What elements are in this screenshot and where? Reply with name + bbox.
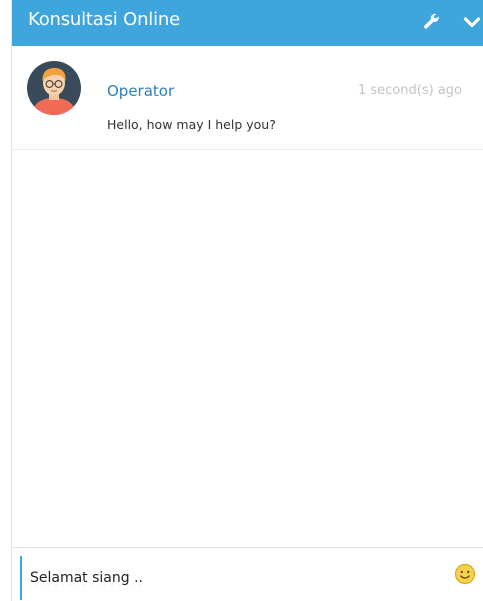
avatar <box>26 60 82 116</box>
sender-name: Operator <box>107 82 175 100</box>
wrench-icon <box>424 13 439 29</box>
emoji-button[interactable] <box>454 563 476 585</box>
page-background <box>0 0 10 601</box>
message-timestamp: 1 second(s) ago <box>358 83 462 98</box>
chat-header[interactable]: Konsultasi Online <box>12 0 483 46</box>
minimize-button[interactable] <box>458 8 483 36</box>
chat-widget: Konsultasi Online Operator 1 second(s) a… <box>11 0 483 601</box>
message-input[interactable] <box>30 566 430 590</box>
chevron-down-icon <box>463 17 481 28</box>
composer-focus-bar <box>20 556 22 600</box>
chat-message: Operator 1 second(s) ago Hello, how may … <box>12 47 483 150</box>
smiley-icon <box>454 563 476 585</box>
chat-title: Konsultasi Online <box>28 9 180 30</box>
message-composer <box>12 547 483 601</box>
operator-avatar-icon <box>27 61 81 115</box>
chat-history-area <box>12 150 483 545</box>
message-text: Hello, how may I help you? <box>107 117 276 132</box>
settings-button[interactable] <box>418 8 446 36</box>
